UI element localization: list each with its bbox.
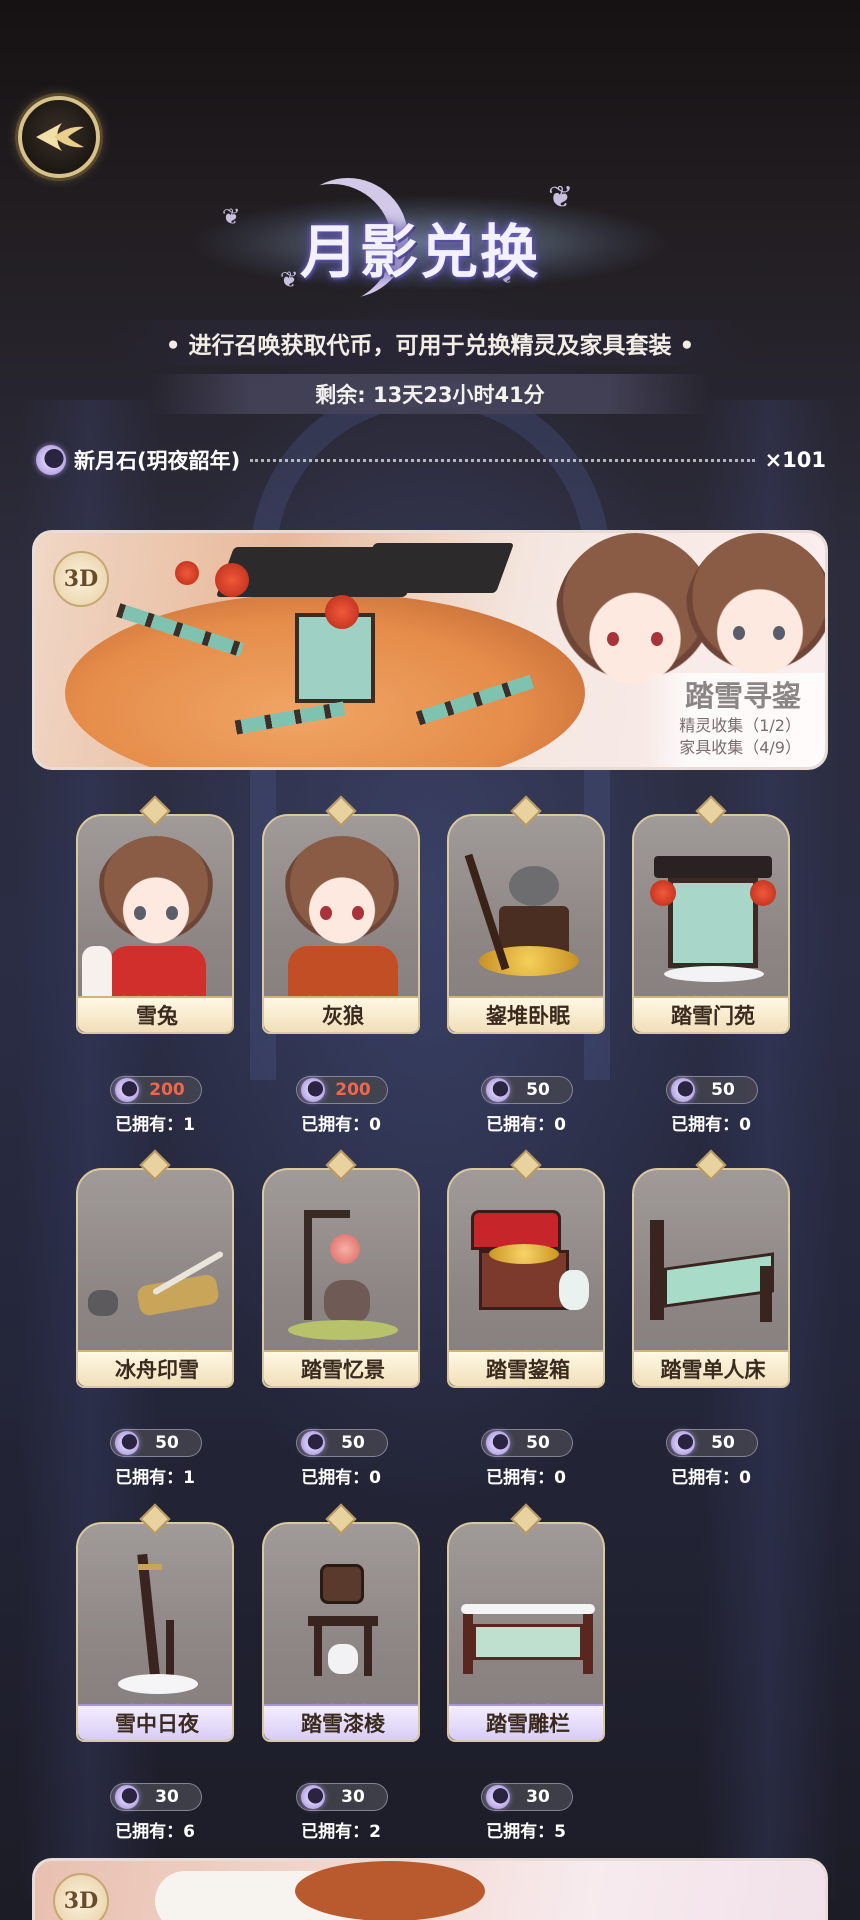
price-tag: 30	[296, 1783, 388, 1811]
item-name: 踏雪单人床	[634, 1350, 788, 1386]
price-value: 50	[155, 1433, 179, 1453]
owned-count: 已拥有：1	[115, 1468, 195, 1488]
item-name: 灰狼	[264, 996, 418, 1032]
moonstone-icon	[486, 1431, 510, 1455]
furniture-set-banner[interactable]: 3D 踏雪寻鋆 精灵收集（1/2） 家具收集（4/9）	[32, 530, 828, 770]
currency-count: ×101	[764, 448, 826, 472]
moonstone-icon	[115, 1785, 139, 1809]
3d-badge: 3D	[53, 1873, 109, 1920]
item-name: 雪兔	[78, 996, 232, 1032]
back-arrow-icon	[36, 123, 84, 151]
owned-count: 已拥有：2	[301, 1822, 381, 1842]
item-name: 鋆堆卧眠	[449, 996, 603, 1032]
price-tag: 200	[110, 1076, 202, 1104]
moonstone-icon	[671, 1431, 695, 1455]
item-name: 雪中日夜	[78, 1704, 232, 1740]
moonstone-icon	[486, 1078, 510, 1102]
price-tag: 50	[296, 1429, 388, 1457]
moonstone-icon	[486, 1785, 510, 1809]
price-value: 200	[335, 1080, 371, 1100]
moonstone-icon	[115, 1078, 139, 1102]
moonstone-icon	[36, 445, 66, 475]
owned-count: 已拥有：0	[671, 1115, 751, 1135]
item-name: 踏雪漆棱	[264, 1704, 418, 1740]
page-title: 月影兑换	[300, 218, 541, 286]
price-value: 30	[341, 1787, 365, 1807]
item-card-snow-day-night[interactable]: ★★★★ 雪中日夜	[76, 1503, 234, 1754]
price-value: 50	[341, 1433, 365, 1453]
price-value: 50	[711, 1080, 735, 1100]
moonstone-icon	[301, 1431, 325, 1455]
item-name: 踏雪雕栏	[449, 1704, 603, 1740]
moonstone-icon	[115, 1431, 139, 1455]
3d-badge: 3D	[53, 551, 109, 607]
price-tag: 50	[110, 1429, 202, 1457]
owned-count: 已拥有：0	[301, 1468, 381, 1488]
item-card-ice-sled[interactable]: ★★★★★ 冰舟印雪	[76, 1149, 234, 1400]
item-card-snow-memory[interactable]: ★★★★★ 踏雪忆景	[262, 1149, 420, 1400]
price-value: 30	[526, 1787, 550, 1807]
moonstone-icon	[301, 1078, 325, 1102]
item-card-snow-gate[interactable]: ★★★★★ 踏雪门苑	[632, 795, 790, 1046]
item-name: 冰舟印雪	[78, 1350, 232, 1386]
owned-count: 已拥有：1	[115, 1115, 195, 1135]
owned-count: 已拥有：5	[486, 1822, 566, 1842]
butterfly-icon: ❦	[280, 268, 299, 293]
item-card-grey-wolf[interactable]: ★★★★★ 灰狼	[262, 795, 420, 1046]
item-name: 踏雪门苑	[634, 996, 788, 1032]
item-name: 踏雪鋆箱	[449, 1350, 603, 1386]
banner-info: 踏雪寻鋆 精灵收集（1/2） 家具收集（4/9）	[645, 673, 825, 767]
owned-count: 已拥有：0	[486, 1468, 566, 1488]
price-tag: 30	[110, 1783, 202, 1811]
furniture-collection-progress: 家具收集（4/9）	[679, 738, 801, 757]
item-card-gold-pile-sleep[interactable]: ★★★★★ 鋆堆卧眠	[447, 795, 605, 1046]
butterfly-icon: ❦	[222, 205, 241, 230]
price-value: 50	[526, 1433, 550, 1453]
banner-title: 踏雪寻鋆	[684, 679, 801, 713]
moonstone-icon	[301, 1785, 325, 1809]
price-tag: 50	[481, 1429, 573, 1457]
item-name: 踏雪忆景	[264, 1350, 418, 1386]
item-card-snow-single-bed[interactable]: ★★★★★ 踏雪单人床	[632, 1149, 790, 1400]
spirit-collection-progress: 精灵收集（1/2）	[679, 716, 801, 735]
owned-count: 已拥有：0	[486, 1115, 566, 1135]
currency-name: 新月石(玥夜韶年)	[74, 449, 241, 473]
owned-count: 已拥有：6	[115, 1822, 195, 1842]
item-card-snow-lacquer-cabinet[interactable]: ★★★★ 踏雪漆棱	[262, 1503, 420, 1754]
item-card-snow-railing[interactable]: ★★★★ 踏雪雕栏	[447, 1503, 605, 1754]
price-value: 50	[526, 1080, 550, 1100]
moonstone-icon	[671, 1078, 695, 1102]
second-set-banner[interactable]: 3D	[32, 1858, 828, 1920]
price-value: 200	[149, 1080, 185, 1100]
price-tag: 200	[296, 1076, 388, 1104]
price-value: 30	[155, 1787, 179, 1807]
owned-count: 已拥有：0	[301, 1115, 381, 1135]
event-description: • 进行召唤获取代币，可用于兑换精灵及家具套装 •	[110, 320, 750, 366]
price-tag: 50	[666, 1429, 758, 1457]
item-card-snow-rabbit[interactable]: ★★★★★ 雪兔	[76, 795, 234, 1046]
price-tag: 50	[481, 1076, 573, 1104]
item-card-snow-treasure-chest[interactable]: ★★★★★ 踏雪鋆箱	[447, 1149, 605, 1400]
price-tag: 50	[666, 1076, 758, 1104]
currency-row: 新月石(玥夜韶年) ×101	[36, 440, 826, 480]
dotted-leader	[250, 458, 755, 462]
price-tag: 30	[481, 1783, 573, 1811]
owned-count: 已拥有：0	[671, 1468, 751, 1488]
back-button[interactable]	[18, 96, 100, 178]
remaining-time: 剩余: 13天23小时41分	[150, 374, 710, 414]
price-value: 50	[711, 1433, 735, 1453]
